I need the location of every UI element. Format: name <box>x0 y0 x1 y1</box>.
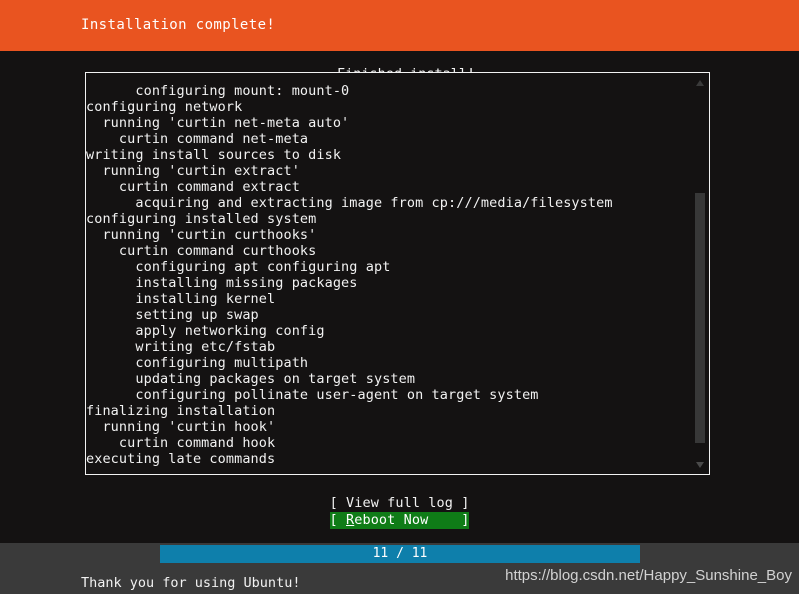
log-line: writing install sources to disk <box>86 147 342 163</box>
log-line: running 'curtin curthooks' <box>86 227 317 243</box>
log-line: running 'curtin net-meta auto' <box>86 115 350 131</box>
scroll-up-arrow-icon[interactable] <box>695 78 705 88</box>
log-line: curtin command extract <box>86 179 300 195</box>
log-line: apply networking config <box>86 323 325 339</box>
view-full-log-button[interactable]: [ View full log ] <box>330 495 470 512</box>
log-line: writing etc/fstab <box>86 339 276 355</box>
scrollbar-thumb[interactable] <box>695 193 705 443</box>
log-line: configuring pollinate user-agent on targ… <box>86 387 539 403</box>
main-body: Finished install! configuring mount: mou… <box>0 51 799 543</box>
header-bar: Installation complete! <box>0 0 799 51</box>
progress-bar-label: 11 / 11 <box>372 546 428 561</box>
log-line: installing missing packages <box>86 275 358 291</box>
log-line: curtin command net-meta <box>86 131 309 147</box>
reboot-now-button[interactable]: [ Reboot Now ] <box>329 512 470 529</box>
log-output: configuring mount: mount-0 configuring ne… <box>86 83 686 471</box>
log-line: executing late commands <box>86 451 276 467</box>
log-line: configuring apt configuring apt <box>86 259 391 275</box>
installer-screen: Installation complete! Finished install!… <box>0 0 799 594</box>
action-buttons: [ View full log ] [ Reboot Now ] <box>0 495 799 529</box>
log-scrollbar[interactable] <box>694 74 706 473</box>
page-title: Installation complete! <box>81 17 276 33</box>
thank-you-message: Thank you for using Ubuntu! <box>81 575 301 591</box>
progress-bar: 11 / 11 <box>160 545 640 563</box>
log-line: running 'curtin extract' <box>86 163 300 179</box>
watermark-url: https://blog.csdn.net/Happy_Sunshine_Boy <box>505 567 792 584</box>
reboot-button-prefix: [ <box>329 512 347 528</box>
log-line: updating packages on target system <box>86 371 416 387</box>
log-line: configuring mount: mount-0 <box>86 83 350 99</box>
reboot-button-rest: eboot Now ] <box>354 512 470 528</box>
log-line: setting up swap <box>86 307 259 323</box>
scroll-down-arrow-icon[interactable] <box>695 460 705 470</box>
log-line: finalizing installation <box>86 403 276 419</box>
log-line: running 'curtin hook' <box>86 419 276 435</box>
log-line: curtin command curthooks <box>86 243 317 259</box>
reboot-button-accel: R <box>346 512 355 528</box>
log-line: installing kernel <box>86 291 276 307</box>
log-line: configuring multipath <box>86 355 309 371</box>
bottom-bar: 11 / 11 Thank you for using Ubuntu! http… <box>0 543 799 594</box>
log-line: configuring network <box>86 99 243 115</box>
log-line: curtin command hook <box>86 435 276 451</box>
log-line: acquiring and extracting image from cp:/… <box>86 195 613 211</box>
log-line: configuring installed system <box>86 211 317 227</box>
